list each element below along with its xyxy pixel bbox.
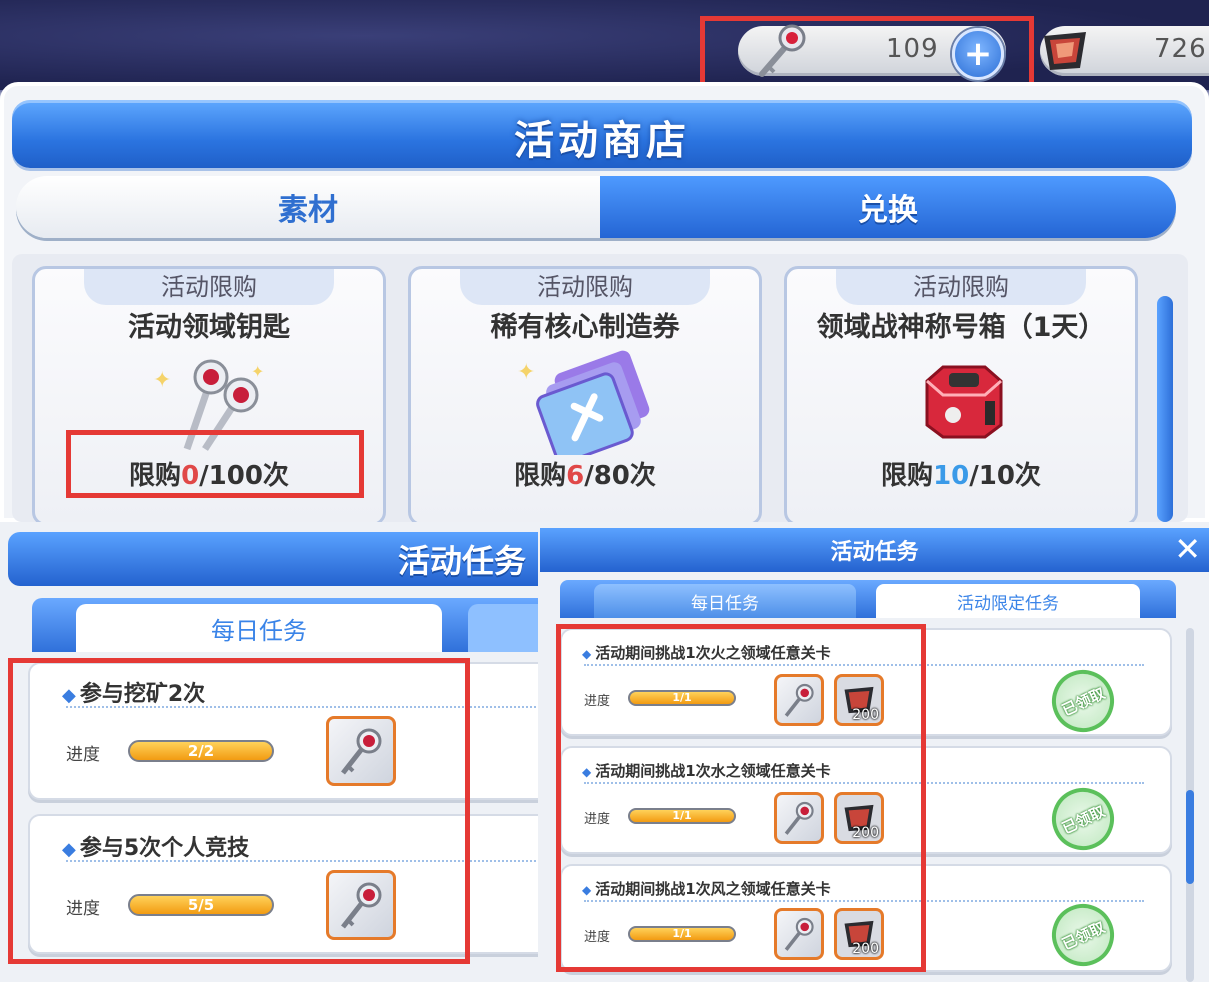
event-scrollbar-thumb[interactable] [1186, 790, 1194, 884]
shop-title: 活动商店 [514, 118, 690, 164]
daily-task-title: 活动任务 [397, 542, 526, 580]
shop-title-banner: 活动商店 [12, 100, 1192, 168]
event-task-tabbar: 每日任务 活动限定任务 [560, 580, 1176, 618]
limited-tag: 活动限购 [836, 269, 1086, 305]
shop-tabs: 素材 兑换 [16, 176, 1176, 238]
limit-prefix: 限购 [514, 461, 567, 491]
item-name: 活动领域钥匙 [128, 312, 290, 343]
tab-exchange[interactable]: 兑换 [600, 176, 1176, 238]
daily-tasks-highlight [8, 658, 470, 964]
item-name: 稀有核心制造券 [490, 312, 680, 343]
title-box-icon [913, 361, 1013, 441]
event-task-title: 活动任务 [830, 540, 919, 565]
bought-count: 6 [566, 461, 585, 491]
svg-text:✦: ✦ [153, 368, 171, 393]
purchase-limit: 限购6/80次 [411, 455, 759, 492]
daily-task-header: 活动任务 [8, 532, 538, 586]
core-ticket-icon: ✦ [515, 349, 665, 465]
shop-item-card[interactable]: 活动限购 领域战神称号箱（1天） 限购10/10次 [784, 266, 1138, 526]
daily-task-tabbar: 每日任务 [32, 598, 538, 652]
event-tasks-highlight [556, 624, 926, 972]
svg-text:✦: ✦ [251, 362, 264, 381]
limited-tag: 活动限购 [84, 269, 334, 305]
shop-scrollbar-thumb[interactable] [1157, 296, 1173, 522]
gem-count: 726 [1154, 34, 1207, 64]
tab-daily-tasks[interactable]: 每日任务 [76, 604, 442, 652]
item-name: 领域战神称号箱（1天） [816, 312, 1106, 343]
limited-tag: 活动限购 [460, 269, 710, 305]
limit-suffix: /10次 [969, 461, 1041, 491]
tab-materials[interactable]: 素材 [16, 176, 600, 238]
bought-count: 10 [933, 461, 970, 491]
event-task-header: 活动任务 ✕ [540, 528, 1209, 572]
key-currency-highlight [700, 16, 1034, 92]
close-icon[interactable]: ✕ [1174, 530, 1201, 568]
svg-text:✦: ✦ [517, 360, 535, 385]
core-icon [1036, 22, 1094, 80]
purchase-limit: 限购10/10次 [787, 455, 1135, 492]
tab-daily-tasks[interactable]: 每日任务 [594, 584, 856, 618]
tab-event-tasks-partial[interactable] [468, 604, 538, 652]
purchase-limit-highlight [66, 430, 364, 498]
tab-event-limited-tasks[interactable]: 活动限定任务 [876, 584, 1140, 618]
limit-suffix: /80次 [584, 461, 656, 491]
shop-item-card[interactable]: 活动限购 稀有核心制造券 ✦ 限购6/80次 [408, 266, 762, 526]
limit-prefix: 限购 [881, 461, 934, 491]
